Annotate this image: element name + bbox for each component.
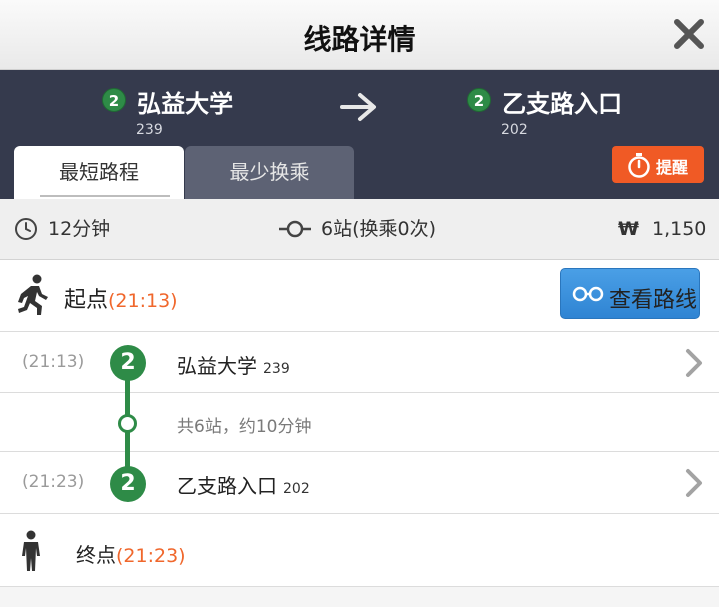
fare: 1,150 <box>652 218 707 240</box>
stop-time: (21:13) <box>22 352 85 372</box>
end-label: 终点(21:23) <box>76 539 186 568</box>
stop-count: 6站(换乘0次) <box>321 218 437 240</box>
stop-name-container: 弘益大学 239 <box>177 350 290 379</box>
line-badge-arrival: 2 <box>110 466 146 502</box>
start-text: 起点 <box>64 288 109 313</box>
view-route-label: 查看路线 <box>609 288 698 313</box>
line-badge: 2 <box>102 88 126 112</box>
remind-button[interactable]: 提醒 <box>612 146 704 183</box>
end-text: 终点 <box>76 543 116 567</box>
segment-info-row: 共6站，约10分钟 <box>0 393 719 452</box>
from-station: 2 弘益大学 239 <box>102 84 234 138</box>
start-label: 起点(21:13) <box>64 282 178 314</box>
stop-code: 202 <box>283 481 310 497</box>
tab-shortest-route[interactable]: 最短路程 <box>14 146 184 199</box>
bottom-area <box>0 587 719 607</box>
to-station-code: 202 <box>501 122 528 138</box>
end-time: (21:23) <box>116 545 186 567</box>
stop-name: 乙支路入口 <box>177 474 277 498</box>
close-button[interactable] <box>669 14 709 54</box>
arrow-right-icon <box>340 93 376 121</box>
from-station-code: 239 <box>136 122 163 138</box>
intermediate-node <box>118 414 137 433</box>
standing-person-icon <box>22 530 40 571</box>
stop-name: 弘益大学 <box>177 354 257 378</box>
end-row: 终点(21:23) <box>0 514 719 587</box>
won-icon: ₩ <box>618 218 639 240</box>
view-route-button[interactable]: 查看路线 <box>560 268 700 319</box>
tab-underline <box>40 195 170 197</box>
stop-row-departure[interactable]: (21:13) 弘益大学 239 <box>0 332 719 393</box>
timer-icon <box>628 153 650 178</box>
tab-fewest-transfers[interactable]: 最少换乘 <box>185 146 354 199</box>
line-badge-departure: 2 <box>110 345 146 381</box>
stop-row-arrival[interactable]: (21:23) 乙支路入口 202 <box>0 452 719 514</box>
stops-icon <box>279 220 311 238</box>
chevron-right-icon <box>686 349 702 377</box>
route-glasses-icon <box>572 286 604 302</box>
line-badge: 2 <box>467 88 491 112</box>
route-summary: 12分钟 6站(换乘0次) ₩ 1,150 <box>0 199 719 260</box>
route-header: 2 弘益大学 239 2 乙支路入口 202 最短路程 最少换乘 提醒 <box>0 70 719 199</box>
to-station: 2 乙支路入口 202 <box>467 84 623 138</box>
segment-info: 共6站，约10分钟 <box>177 417 312 437</box>
tab-label: 最短路程 <box>59 160 139 184</box>
chevron-right-icon <box>686 469 702 497</box>
stop-time: (21:23) <box>22 472 85 492</box>
page-title: 线路详情 <box>303 23 416 56</box>
walking-person-icon <box>18 274 48 315</box>
stop-name-container: 乙支路入口 202 <box>177 470 310 499</box>
start-time: (21:13) <box>108 290 178 312</box>
close-icon <box>674 19 704 49</box>
title-bar: 线路详情 <box>0 0 719 70</box>
clock-icon <box>15 218 37 240</box>
remind-label: 提醒 <box>656 158 689 177</box>
tab-label: 最少换乘 <box>229 160 310 184</box>
duration: 12分钟 <box>48 218 111 240</box>
start-row: 起点(21:13) 查看路线 <box>0 260 719 332</box>
stop-code: 239 <box>263 361 290 377</box>
to-station-name: 乙支路入口 <box>502 90 623 118</box>
from-station-name: 弘益大学 <box>137 90 234 118</box>
